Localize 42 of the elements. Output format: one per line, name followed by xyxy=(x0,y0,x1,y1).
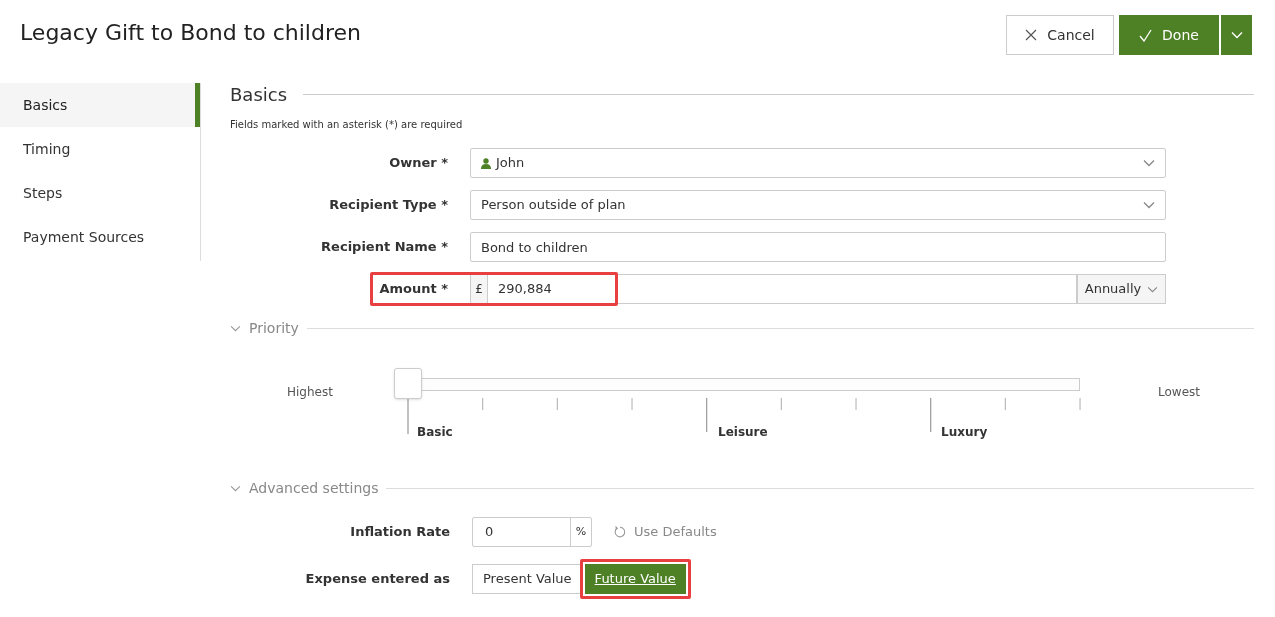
checkmark-icon xyxy=(1139,28,1153,42)
chevron-down-icon xyxy=(1147,285,1159,293)
inflation-rate-field[interactable]: 0 % xyxy=(472,517,592,547)
required-note: Fields marked with an asterisk (*) are required xyxy=(230,118,464,132)
unit-label: % xyxy=(574,523,588,540)
field-label: Amount * xyxy=(378,280,449,299)
sidebar-item[interactable]: Basics xyxy=(0,83,200,127)
slider-end-label: Lowest xyxy=(1158,384,1200,401)
field-label: Recipient Name * xyxy=(320,238,449,257)
value-toggle-option[interactable]: Present Value xyxy=(472,564,583,594)
person-icon xyxy=(481,157,491,169)
field-label: Recipient Type * xyxy=(328,196,449,215)
dropdown-field[interactable]: John xyxy=(470,148,1166,178)
dropdown-button[interactable] xyxy=(1221,15,1252,55)
refresh-icon xyxy=(614,526,626,538)
frequency-dropdown[interactable]: Annually xyxy=(1077,274,1166,304)
field-label: Expense entered as xyxy=(304,570,451,589)
section-title: Basics xyxy=(230,82,288,107)
slider-start-label: Highest xyxy=(287,384,333,401)
sidebar-item[interactable]: Steps xyxy=(0,171,200,215)
chevron-down-icon xyxy=(1143,159,1155,167)
use-defaults-button[interactable]: Use Defaults xyxy=(614,522,717,542)
cancel-button[interactable]: Cancel xyxy=(1006,15,1114,55)
currency-prefix: £ xyxy=(470,274,488,304)
chevron-down-icon xyxy=(1143,201,1155,209)
priority-tier-label: Basic xyxy=(417,424,453,441)
field-label: Owner * xyxy=(388,154,449,173)
sidebar-item[interactable]: Payment Sources xyxy=(0,215,200,259)
chevron-down-icon xyxy=(1230,31,1243,39)
sidebar-item[interactable]: Timing xyxy=(0,127,200,171)
priority-tier-label: Leisure xyxy=(718,424,768,441)
close-icon xyxy=(1025,29,1038,41)
text-field[interactable]: Bond to children xyxy=(470,232,1166,262)
section-toggle[interactable]: Advanced settings xyxy=(230,477,379,499)
priority-tier-label: Luxury xyxy=(941,424,988,441)
done-button[interactable]: Done xyxy=(1119,15,1219,55)
page-title: Legacy Gift to Bond to children xyxy=(20,19,361,47)
slider-thumb[interactable] xyxy=(394,368,422,399)
value-toggle-option[interactable]: Future Value xyxy=(584,564,686,594)
section-toggle[interactable]: Priority xyxy=(230,317,299,339)
dropdown-field[interactable]: Person outside of plan xyxy=(470,190,1166,220)
field-label: Inflation Rate xyxy=(349,523,451,542)
